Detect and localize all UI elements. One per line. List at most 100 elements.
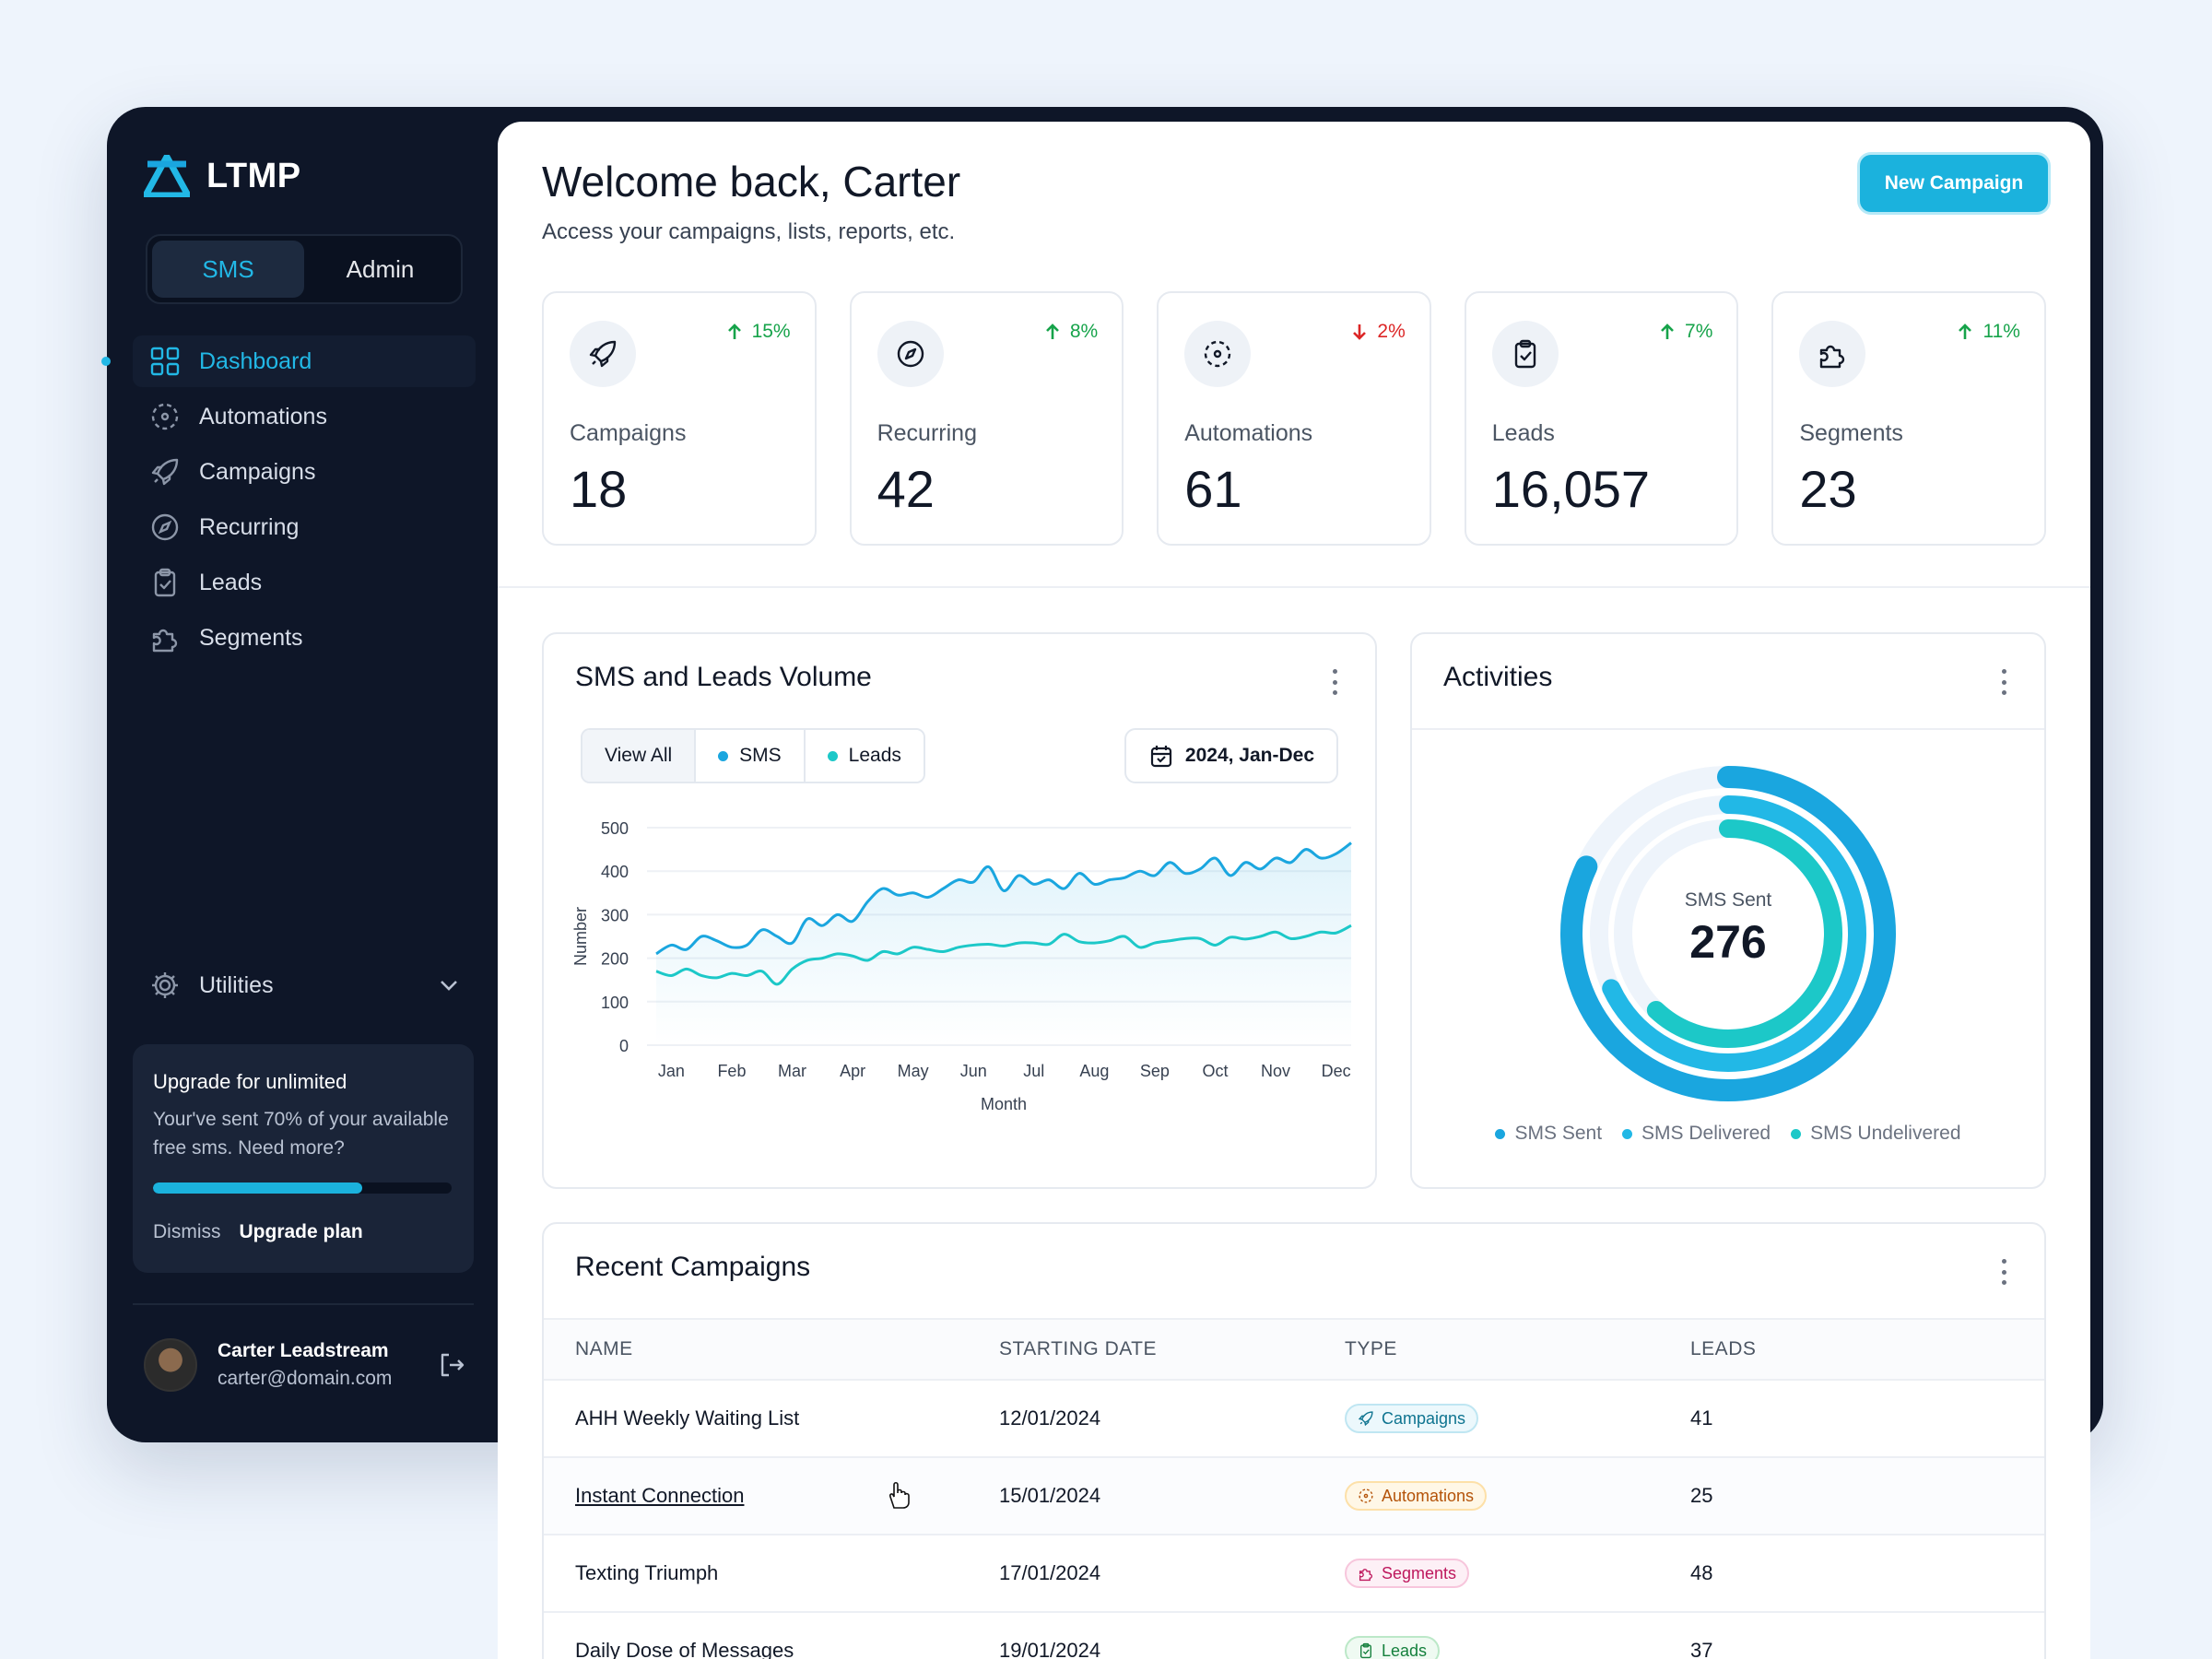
dismiss-button[interactable]: Dismiss	[153, 1221, 221, 1243]
series-filter: View All SMS Leads	[581, 728, 925, 783]
upgrade-plan-button[interactable]: Upgrade plan	[240, 1221, 363, 1243]
upgrade-title: Upgrade for unlimited	[153, 1070, 347, 1093]
logout-icon[interactable]	[437, 1350, 466, 1380]
stat-icon-wrap	[1799, 321, 1866, 387]
y-tick-label: 200	[601, 950, 629, 969]
campaign-name-link[interactable]: Texting Triumph	[575, 1561, 718, 1584]
trend-badge: 8%	[1042, 321, 1098, 343]
x-tick-label: Feb	[717, 1062, 746, 1080]
usage-progress-fill	[153, 1182, 362, 1194]
stat-icon-wrap	[1491, 321, 1559, 387]
legend-item: SMS Undelivered	[1791, 1123, 1961, 1145]
sidebar-item-automations[interactable]: Automations	[133, 391, 476, 442]
recent-campaigns-title: Recent Campaigns	[575, 1252, 811, 1282]
puzzle-icon	[1359, 1569, 1373, 1582]
legend-dot-icon	[1495, 1128, 1506, 1139]
trend-value: 11%	[1983, 321, 2020, 342]
user-name: Carter Leadstream	[218, 1340, 389, 1361]
chevron-down-icon	[441, 981, 457, 991]
arrow-up-icon	[1959, 324, 1972, 339]
stat-label: Automations	[1184, 420, 1313, 446]
new-campaign-button[interactable]: New Campaign	[1860, 155, 2048, 212]
cell-leads: 48	[1690, 1535, 2044, 1613]
page-title: Welcome back, Carter	[542, 158, 961, 206]
arrow-up-icon	[1661, 324, 1674, 339]
campaign-name-link[interactable]: AHH Weekly Waiting List	[575, 1406, 799, 1430]
x-tick-label: May	[898, 1062, 929, 1080]
more-options-icon[interactable]	[2000, 1259, 2007, 1285]
cell-name: AHH Weekly Waiting List	[544, 1380, 999, 1458]
col-starting-date[interactable]: STARTING DATE	[999, 1318, 1345, 1381]
y-tick-label: 400	[601, 863, 629, 881]
sidebar-item-dashboard[interactable]: Dashboard	[101, 335, 476, 387]
sidebar-item-segments[interactable]: Segments	[133, 612, 476, 664]
trend-value: 2%	[1377, 321, 1406, 342]
app-logo[interactable]: LTMP	[144, 155, 301, 197]
stat-card-recurring[interactable]: 8% Recurring 42	[849, 291, 1124, 546]
y-tick-label: 300	[601, 906, 629, 924]
x-tick-label: Sep	[1140, 1062, 1170, 1080]
col-type[interactable]: TYPE	[1345, 1318, 1690, 1381]
mode-switcher: SMS Admin	[146, 234, 463, 304]
filter-leads[interactable]: Leads	[805, 730, 924, 782]
arrow-up-icon	[727, 324, 741, 339]
stat-card-segments[interactable]: 11% Segments 23	[1771, 291, 2046, 546]
page-header: Welcome back, Carter Access your campaig…	[542, 157, 960, 245]
recent-campaigns-card: Recent Campaigns NAME STARTING DATE TYPE…	[542, 1222, 2046, 1659]
x-axis-label: Month	[981, 1095, 1027, 1113]
date-range-label: 2024, Jan-Dec	[1184, 745, 1314, 766]
clipboard-check-icon	[1360, 1642, 1371, 1659]
trend-value: 15%	[751, 321, 791, 342]
activities-card: Activities SMS Sent 276 SMS Sent SMS Deliv…	[1410, 632, 2046, 1189]
sidebar-item-leads[interactable]: Leads	[133, 557, 476, 608]
stat-card-leads[interactable]: 7% Leads 16,057	[1464, 291, 1739, 546]
stat-value: 16,057	[1491, 460, 1651, 518]
automation-icon	[1204, 340, 1231, 368]
type-badge: Campaigns	[1345, 1404, 1479, 1433]
x-tick-label: Jun	[960, 1062, 987, 1080]
x-tick-label: Apr	[840, 1062, 865, 1080]
rocket-icon	[589, 340, 617, 368]
sidebar-nav: Dashboard Automations Campaigns Recurrin…	[101, 335, 476, 667]
campaign-name-link[interactable]: Instant Connection	[575, 1484, 744, 1507]
filter-label: SMS	[739, 745, 782, 766]
type-badge: Leads	[1345, 1636, 1441, 1659]
utilities-label: Utilities	[199, 971, 274, 998]
cell-name: Daily Dose of Messages	[544, 1612, 999, 1659]
filter-view-all[interactable]: View All	[582, 730, 697, 782]
more-options-icon[interactable]	[2000, 669, 2007, 695]
cell-type: Automations	[1345, 1457, 1690, 1535]
more-options-icon[interactable]	[1331, 669, 1338, 695]
sidebar: LTMP SMS Admin Dashboard Automations Cam…	[101, 111, 498, 1438]
sidebar-item-label: Dashboard	[199, 347, 312, 374]
filter-sms[interactable]: SMS	[696, 730, 806, 782]
sidebar-item-recurring[interactable]: Recurring	[133, 501, 476, 553]
x-tick-label: Nov	[1261, 1062, 1290, 1080]
cell-date: 12/01/2024	[999, 1380, 1345, 1458]
cell-leads: 37	[1690, 1612, 2044, 1659]
legend-item: SMS Sent	[1495, 1123, 1602, 1145]
campaign-name-link[interactable]: Daily Dose of Messages	[575, 1639, 794, 1659]
sidebar-item-campaigns[interactable]: Campaigns	[133, 446, 476, 498]
volume-chart-card: SMS and Leads Volume View All SMS Leads …	[542, 632, 1377, 1189]
utilities-menu[interactable]: Utilities	[149, 962, 463, 1008]
cell-leads: 41	[1690, 1380, 2044, 1458]
stat-card-automations[interactable]: 2% Automations 61	[1157, 291, 1431, 546]
trend-badge: 15%	[724, 321, 791, 343]
user-profile[interactable]: Carter Leadstream carter@domain.com	[144, 1338, 466, 1392]
date-range-picker[interactable]: 2024, Jan-Dec	[1124, 728, 1338, 783]
table-row[interactable]: Daily Dose of Messages 19/01/2024 Leads …	[544, 1612, 2044, 1659]
table-row[interactable]: Instant Connection 15/01/2024 Automation…	[544, 1457, 2044, 1535]
filter-label: View All	[605, 745, 673, 766]
cell-name: Texting Triumph	[544, 1535, 999, 1613]
switch-sms[interactable]: SMS	[152, 241, 304, 298]
stat-card-campaigns[interactable]: 15% Campaigns 18	[542, 291, 817, 546]
cell-type: Segments	[1345, 1535, 1690, 1613]
col-leads[interactable]: LEADS	[1690, 1318, 2044, 1381]
type-badge: Segments	[1345, 1559, 1470, 1588]
col-name[interactable]: NAME	[544, 1318, 999, 1381]
switch-admin[interactable]: Admin	[304, 241, 456, 298]
page-subtitle: Access your campaigns, lists, reports, e…	[542, 219, 956, 244]
table-row[interactable]: AHH Weekly Waiting List 12/01/2024 Campa…	[544, 1380, 2044, 1458]
table-row[interactable]: Texting Triumph 17/01/2024 Segments 48	[544, 1535, 2044, 1613]
